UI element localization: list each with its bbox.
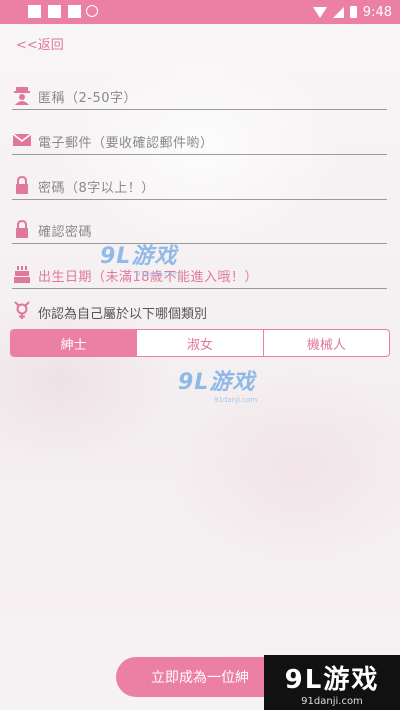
confirm-password-field[interactable]: 確認密碼 bbox=[12, 215, 387, 244]
watermark-brand: 9L游戏 bbox=[178, 370, 256, 395]
lock-icon bbox=[16, 219, 28, 238]
signal-icon bbox=[332, 6, 344, 18]
submit-button[interactable]: 立即成為一位紳 bbox=[116, 657, 284, 697]
watermark-site: 91danji.com bbox=[301, 695, 363, 707]
watermark-logo: 9L游戏 91danji.com bbox=[178, 364, 257, 404]
watermark-logo: 9L游戏 91danji.com bbox=[264, 655, 400, 710]
status-bar: 9:48 bbox=[0, 0, 400, 24]
nickname-placeholder: 匿稱（2-50字） bbox=[38, 91, 138, 106]
watermark-logo: 9L游戏 91danji.com bbox=[100, 238, 179, 278]
cake-icon bbox=[14, 266, 30, 283]
birthday-field[interactable]: 出生日期（未滿18歲不能進入哦！） bbox=[12, 260, 387, 289]
envelope-icon bbox=[12, 133, 32, 146]
status-right: 9:48 bbox=[312, 3, 392, 21]
person-hat-icon bbox=[14, 87, 30, 105]
app-notification-icon bbox=[86, 5, 98, 17]
password-field[interactable]: 密碼（8字以上！） bbox=[12, 171, 387, 200]
gender-option-robot[interactable]: 機械人 bbox=[264, 330, 389, 356]
gender-question-label: 你認為自己屬於以下哪個類別 bbox=[38, 307, 208, 322]
notification-icon bbox=[48, 5, 61, 18]
confirm-password-placeholder: 確認密碼 bbox=[38, 225, 93, 240]
gender-symbol-icon bbox=[14, 301, 30, 319]
watermark-site: 91danji.com bbox=[214, 396, 258, 404]
email-field[interactable]: 電子郵件（要收確認郵件喲） bbox=[12, 126, 387, 155]
watermark-site: 91danji.com bbox=[136, 270, 180, 278]
watermark-brand: 9L游戏 bbox=[100, 244, 178, 269]
gender-option-gentleman[interactable]: 紳士 bbox=[11, 330, 138, 356]
notification-icon bbox=[28, 5, 41, 18]
battery-icon bbox=[349, 6, 357, 18]
notification-icon bbox=[68, 5, 81, 18]
gender-option-lady[interactable]: 淑女 bbox=[137, 330, 264, 356]
nickname-field[interactable]: 匿稱（2-50字） bbox=[12, 81, 387, 110]
back-button[interactable]: <<返回 bbox=[16, 34, 64, 53]
watermark-brand: 9L游戏 bbox=[284, 664, 380, 695]
lock-icon bbox=[16, 175, 28, 194]
wifi-icon bbox=[312, 6, 327, 18]
clock: 9:48 bbox=[362, 4, 392, 20]
gender-selector: 紳士 淑女 機械人 bbox=[10, 329, 390, 357]
email-placeholder: 電子郵件（要收確認郵件喲） bbox=[38, 136, 214, 151]
password-placeholder: 密碼（8字以上！） bbox=[38, 181, 155, 196]
